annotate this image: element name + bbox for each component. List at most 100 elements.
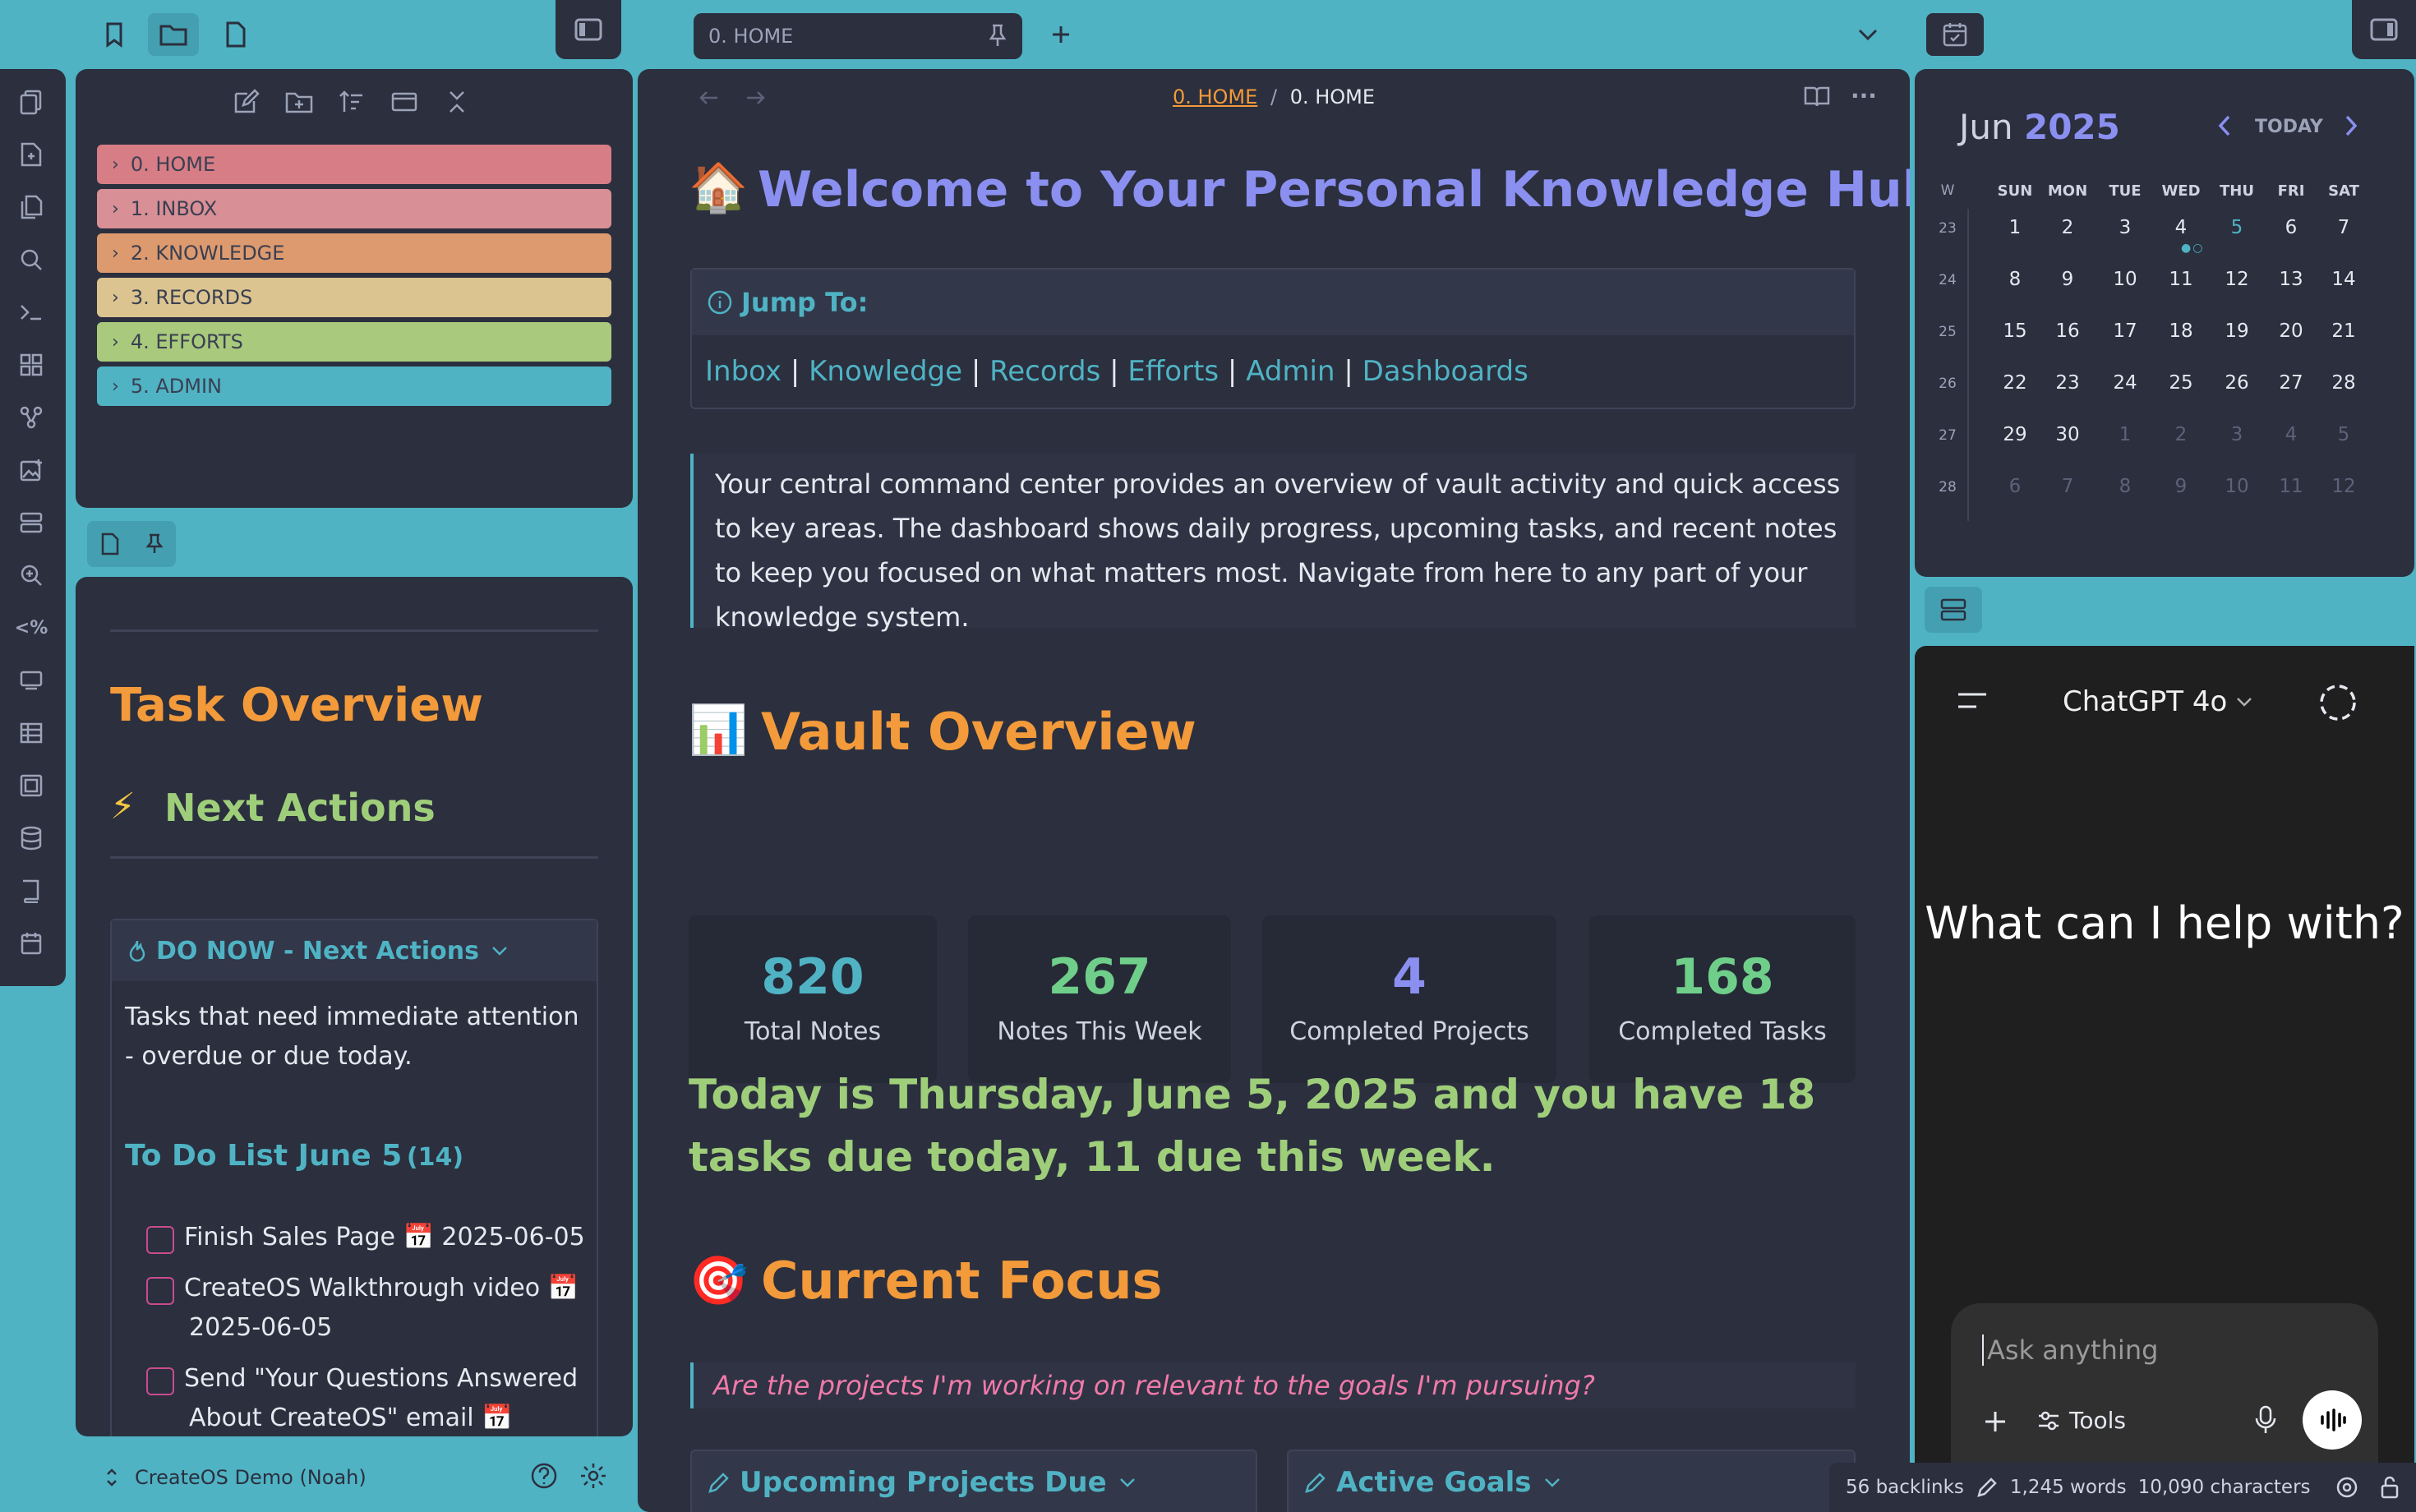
voice-mode-button[interactable] [2303,1390,2362,1450]
table-icon[interactable] [15,717,48,749]
copy-file-icon[interactable] [15,191,48,224]
more-options-icon[interactable]: ··· [1851,82,1877,109]
left-sidebar-toggle-icon[interactable] [556,0,621,59]
prev-month-icon[interactable] [2215,113,2234,138]
calendar-day[interactable]: 26 [2212,372,2262,394]
terminal-icon[interactable] [15,296,48,329]
file-icon[interactable] [210,13,261,56]
jump-link-efforts[interactable]: Efforts [1127,355,1219,388]
layers-icon[interactable] [15,506,48,539]
calendar-day[interactable]: 12 [2212,269,2262,290]
image-add-icon[interactable] [15,454,48,486]
folder-efforts[interactable]: › 4. EFFORTS [97,322,611,362]
calendar-day[interactable]: 19 [2212,320,2262,342]
help-icon[interactable] [529,1461,559,1491]
calendar-day[interactable]: 8 [2100,476,2150,497]
calendar-icon[interactable] [15,927,48,960]
callout-header[interactable]: DO NOW - Next Actions [112,920,597,981]
bookmark-icon[interactable] [89,13,140,56]
pin-icon[interactable] [988,23,1007,48]
task-checkbox[interactable] [146,1226,174,1254]
lock-icon[interactable] [2378,1475,2401,1500]
calendar-day[interactable]: 28 [2319,372,2368,394]
template-icon[interactable]: <% [15,611,48,644]
calendar-day[interactable]: 16 [2043,320,2092,342]
task-checkbox[interactable] [146,1367,174,1395]
edit-pencil-icon[interactable] [1976,1476,1999,1499]
upcoming-projects-callout[interactable]: Upcoming Projects Due [690,1450,1257,1512]
microphone-icon[interactable] [2253,1404,2278,1436]
jump-link-dashboards[interactable]: Dashboards [1362,355,1528,388]
tools-button[interactable]: Tools [2036,1407,2126,1434]
search-icon[interactable] [15,243,48,276]
tab-home[interactable]: 0. HOME [694,13,1022,59]
add-attachment-icon[interactable] [1980,1407,2010,1436]
chat-tab-icon[interactable] [1925,587,1982,633]
calendar-day[interactable]: 3 [2100,217,2150,238]
sync-status-icon[interactable] [2335,1476,2358,1499]
calendar-day[interactable]: 30 [2043,424,2092,445]
model-selector[interactable]: ChatGPT 4o [2063,685,2253,718]
slides-icon[interactable] [15,664,48,697]
jump-link-admin[interactable]: Admin [1246,355,1335,388]
backlinks-count[interactable]: 56 backlinks [1846,1477,1964,1498]
tab-list-chevron-icon[interactable] [1842,13,1893,56]
calendar-day[interactable]: 11 [2156,269,2206,290]
calendar-day[interactable]: 15 [1990,320,2040,342]
calendar-day[interactable]: 2 [2043,217,2092,238]
calendar-day[interactable]: 14 [2319,269,2368,290]
calendar-view-icon[interactable] [1926,13,1984,56]
calendar-day[interactable]: 7 [2319,217,2368,238]
sort-icon[interactable] [337,87,367,117]
calendar-day[interactable]: 8 [1990,269,2040,290]
calendar-day[interactable]: 2 [2156,424,2206,445]
chat-input[interactable]: Ask anything [1982,1335,2158,1366]
new-note-icon[interactable] [232,87,261,117]
calendar-day[interactable]: 23 [2043,372,2092,394]
database-icon[interactable] [15,822,48,855]
new-folder-icon[interactable] [284,87,314,117]
copy-icon[interactable] [15,85,48,118]
book-icon[interactable] [15,874,48,907]
settings-gear-icon[interactable] [579,1461,608,1491]
calendar-day[interactable]: 9 [2156,476,2206,497]
pin-icon[interactable] [145,532,164,555]
folder-admin[interactable]: › 5. ADMIN [97,366,611,406]
calendar-day[interactable]: 18 [2156,320,2206,342]
folder-records[interactable]: › 3. RECORDS [97,278,611,317]
calendar-day[interactable]: 25 [2156,372,2206,394]
task-checkbox[interactable] [146,1277,174,1305]
folder-knowledge[interactable]: › 2. KNOWLEDGE [97,233,611,273]
calendar-day[interactable]: 4 [2156,217,2206,238]
calendar-day[interactable]: 20 [2266,320,2316,342]
calendar-day[interactable]: 29 [1990,424,2040,445]
reading-view-icon[interactable] [1803,84,1831,108]
new-tab-icon[interactable] [1035,13,1086,56]
calendar-day[interactable]: 24 [2100,372,2150,394]
breadcrumb-link[interactable]: 0. HOME [1173,85,1257,108]
calendar-day[interactable]: 1 [2100,424,2150,445]
calendar-day[interactable]: 17 [2100,320,2150,342]
zoom-icon[interactable] [15,559,48,592]
folder-inbox[interactable]: › 1. INBOX [97,189,611,228]
right-sidebar-toggle-icon[interactable] [2352,0,2416,59]
calendar-day[interactable]: 3 [2212,424,2262,445]
graph-icon[interactable] [15,401,48,434]
calendar-day[interactable]: 12 [2319,476,2368,497]
calendar-day[interactable]: 10 [2100,269,2150,290]
calendar-day[interactable]: 22 [1990,372,2040,394]
calendar-day[interactable]: 9 [2043,269,2092,290]
active-goals-callout[interactable]: Active Goals [1287,1450,1856,1512]
jump-link-knowledge[interactable]: Knowledge [809,355,962,388]
sidebar-menu-icon[interactable] [1956,689,1989,713]
vault-switcher[interactable]: CreateOS Demo (Noah) [105,1461,367,1494]
task-panel-tab[interactable] [87,521,176,567]
next-month-icon[interactable] [2342,113,2360,138]
calendar-day[interactable]: 27 [2266,372,2316,394]
calendar-day[interactable]: 10 [2212,476,2262,497]
calendar-day[interactable]: 6 [1990,476,2040,497]
temporary-chat-icon[interactable] [2317,682,2358,723]
calendar-day[interactable]: 1 [1990,217,2040,238]
new-note-icon[interactable] [15,138,48,171]
auto-reveal-icon[interactable] [390,87,419,117]
